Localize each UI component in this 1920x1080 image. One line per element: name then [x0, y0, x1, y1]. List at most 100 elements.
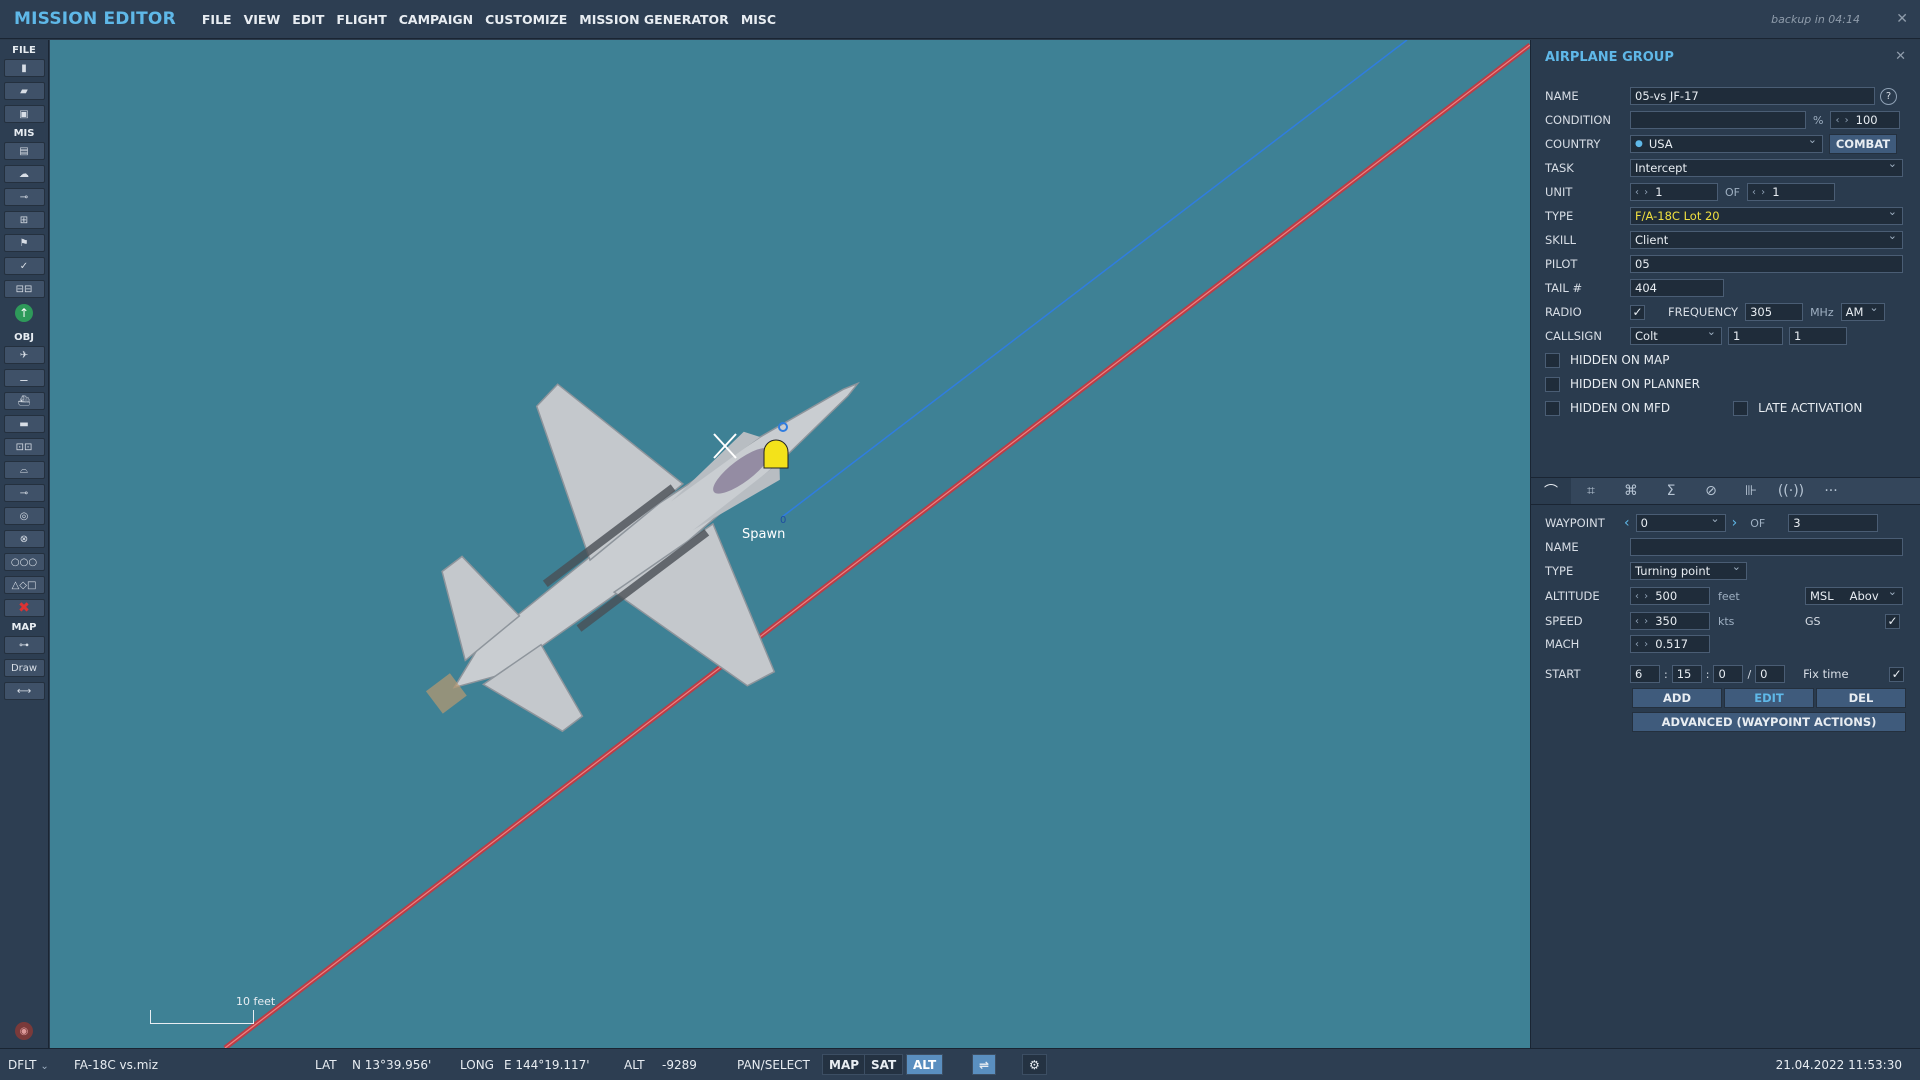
map-canvas[interactable]: Spawn 0	[50, 40, 1530, 1048]
country-select[interactable]: ● USA	[1630, 133, 1823, 153]
condition-slider[interactable]	[1630, 111, 1806, 129]
altitude-reference-select[interactable]: MSL Abov	[1805, 585, 1903, 605]
menu-mission-generator[interactable]: MISSION GENERATOR	[579, 12, 729, 27]
speed-stepper[interactable]: ‹ › 350	[1630, 612, 1710, 630]
tab-payload-icon[interactable]: ⊪	[1731, 478, 1771, 504]
edit-waypoint-button[interactable]: EDIT	[1724, 688, 1814, 708]
failures-icon[interactable]: ⊞	[3, 211, 45, 229]
ship-icon[interactable]: ⛴	[3, 392, 45, 410]
fix-time-checkbox[interactable]: ✓	[1889, 666, 1905, 682]
advanced-waypoint-actions-button[interactable]: ADVANCED (WAYPOINT ACTIONS)	[1632, 712, 1906, 732]
pilot-input[interactable]: 05	[1630, 255, 1903, 273]
zone-icon[interactable]: ⊸	[3, 484, 45, 502]
skill-select[interactable]: Client	[1630, 229, 1903, 249]
modulation-select[interactable]: AM	[1840, 301, 1885, 321]
callsign-number-1[interactable]: 1	[1728, 327, 1783, 345]
group-name-input[interactable]: 05-vs JF-17	[1630, 87, 1875, 105]
shapes-icon[interactable]: △◇□	[3, 576, 45, 594]
callsign-number-2[interactable]: 1	[1789, 327, 1847, 345]
waypoint-name-input[interactable]	[1630, 538, 1903, 556]
resource-icon[interactable]: ⊟⊟	[3, 280, 45, 298]
static-object-icon[interactable]: ⊡⊡	[3, 438, 45, 456]
hidden-mfd-checkbox[interactable]	[1545, 400, 1560, 416]
menu-campaign[interactable]: CAMPAIGN	[399, 12, 473, 27]
start-second-input[interactable]: 0	[1755, 665, 1786, 683]
open-folder-icon[interactable]: ▰	[3, 82, 45, 100]
start-hour-input[interactable]: 15	[1671, 665, 1702, 683]
goals-icon[interactable]: ⚑	[3, 234, 45, 252]
tail-number-input[interactable]: 404	[1630, 279, 1724, 297]
help-icon[interactable]: ?	[1880, 87, 1897, 105]
stepper-arrows-icon[interactable]: ‹ ›	[1635, 187, 1649, 198]
aircraft-type-select[interactable]: F/A-18C Lot 20	[1630, 205, 1903, 225]
tab-radio-icon[interactable]: ((·))	[1771, 478, 1811, 504]
task-select[interactable]: Intercept	[1630, 157, 1903, 177]
trigger-zone-icon[interactable]: ◎	[3, 507, 45, 525]
tab-route-icon[interactable]: ⌒	[1531, 478, 1571, 504]
delete-waypoint-button[interactable]: DEL	[1816, 688, 1906, 708]
altitude-stepper[interactable]: ‹ › 500	[1630, 587, 1710, 605]
hidden-planner-checkbox[interactable]	[1545, 376, 1560, 392]
stepper-arrows-icon[interactable]: ‹ ›	[1635, 639, 1649, 650]
stepper-arrows-icon[interactable]: ‹ ›	[1635, 591, 1649, 602]
gs-checkbox[interactable]: ✓	[1885, 613, 1900, 629]
waypoint-next-icon[interactable]: ›	[1732, 515, 1738, 531]
stepper-arrows-icon[interactable]: ‹ ›	[1752, 187, 1766, 198]
waypoint-type-select[interactable]: Turning point	[1630, 560, 1747, 580]
condition-stepper[interactable]: ‹ › 100	[1830, 111, 1901, 129]
helicopter-icon[interactable]: ⚊	[3, 369, 45, 387]
nav-point-icon[interactable]: ⊗	[3, 530, 45, 548]
tab-triggered-actions-icon[interactable]: ⌘	[1611, 478, 1651, 504]
menu-view[interactable]: VIEW	[244, 12, 281, 27]
draw-button[interactable]: Draw	[3, 659, 45, 677]
triggers-icon[interactable]: ⊸	[3, 188, 45, 206]
weather-icon[interactable]: ☁	[3, 165, 45, 183]
radio-checkbox[interactable]: ✓	[1630, 304, 1645, 320]
tab-summary-icon[interactable]: Σ	[1651, 478, 1691, 504]
check-icon[interactable]: ✓	[3, 257, 45, 275]
waypoint-select[interactable]: 0	[1635, 512, 1726, 532]
up-arrow-icon[interactable]: ↑	[15, 304, 33, 322]
combat-button[interactable]: COMBAT	[1829, 134, 1897, 154]
unit-of-stepper[interactable]: ‹ › 1	[1747, 183, 1835, 201]
airplane-icon[interactable]: ✈	[3, 346, 45, 364]
briefing-icon[interactable]: ▤	[3, 142, 45, 160]
start-minute-input[interactable]: 0	[1713, 665, 1744, 683]
record-icon[interactable]: ◉	[15, 1022, 33, 1040]
delete-icon[interactable]: ✖	[3, 599, 45, 617]
save-icon[interactable]: ▣	[3, 105, 45, 123]
pan-select-mode[interactable]: PAN/SELECT	[737, 1058, 810, 1072]
mach-stepper[interactable]: ‹ › 0.517	[1630, 635, 1710, 653]
tab-more-icon[interactable]: ···	[1811, 478, 1851, 504]
settings-gear-icon[interactable]: ⚙	[1022, 1054, 1047, 1075]
vehicle-icon[interactable]: ▬	[3, 415, 45, 433]
menu-customize[interactable]: CUSTOMIZE	[485, 12, 567, 27]
stepper-arrows-icon[interactable]: ‹ ›	[1635, 616, 1649, 627]
panel-close-icon[interactable]: ✕	[1895, 49, 1906, 64]
ruler-icon[interactable]: ⟷	[3, 682, 45, 700]
group-icon[interactable]: ○○○	[3, 553, 45, 571]
map-view-button[interactable]: MAP	[822, 1054, 867, 1075]
start-day-input[interactable]: 6	[1630, 665, 1660, 683]
frequency-input[interactable]: 305	[1745, 303, 1804, 321]
callsign-select[interactable]: Colt	[1630, 325, 1722, 345]
close-icon[interactable]: ✕	[1896, 11, 1908, 27]
menu-edit[interactable]: EDIT	[292, 12, 324, 27]
template-icon[interactable]: ⌓	[3, 461, 45, 479]
alt-view-button[interactable]: ALT	[906, 1054, 944, 1075]
add-waypoint-button[interactable]: ADD	[1632, 688, 1722, 708]
tab-failures-icon[interactable]: ⊘	[1691, 478, 1731, 504]
waypoint-prev-icon[interactable]: ‹	[1624, 515, 1630, 531]
unit-stepper[interactable]: ‹ › 1	[1630, 183, 1718, 201]
menu-misc[interactable]: MISC	[741, 12, 776, 27]
menu-file[interactable]: FILE	[202, 12, 232, 27]
menu-flight[interactable]: FLIGHT	[336, 12, 386, 27]
map-options-icon[interactable]: ⊶	[3, 636, 45, 654]
tab-targets-icon[interactable]: ⌗	[1571, 478, 1611, 504]
new-file-icon[interactable]: ▮	[3, 59, 45, 77]
profile-select[interactable]: DFLT ⌄	[8, 1058, 49, 1072]
hidden-map-checkbox[interactable]	[1545, 352, 1560, 368]
late-activation-checkbox[interactable]	[1733, 400, 1749, 416]
map-view[interactable]: Spawn 0 10 feet	[50, 40, 1530, 1048]
stepper-arrows-icon[interactable]: ‹ ›	[1835, 115, 1849, 126]
